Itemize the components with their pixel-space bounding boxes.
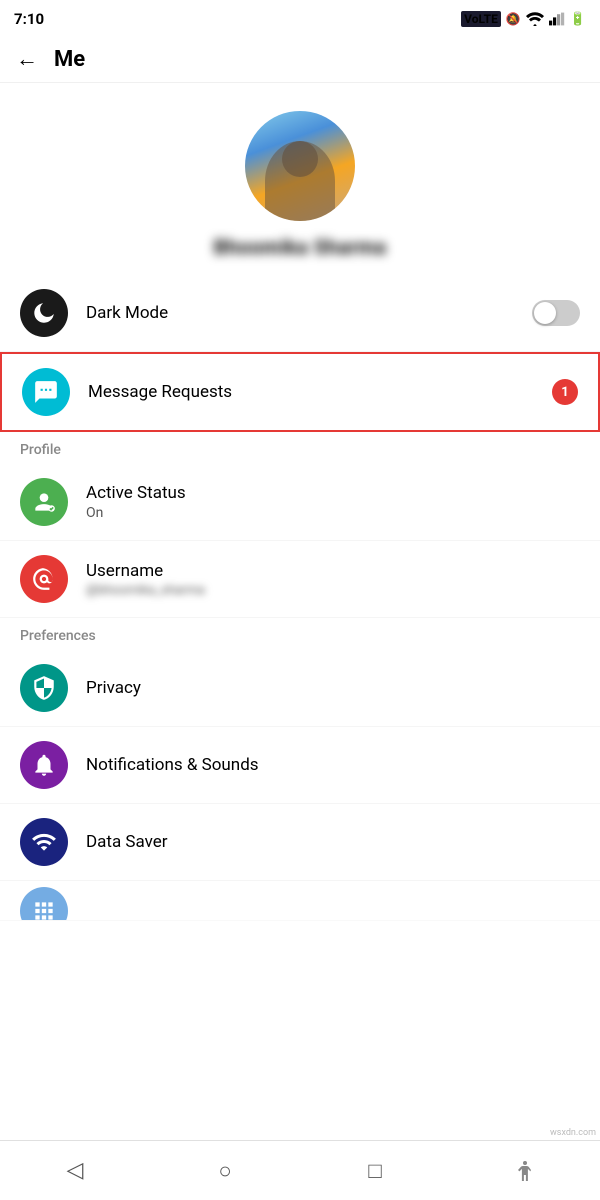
wifi-icon: [526, 12, 544, 26]
status-bar: 7:10 VoLTE 🔕 🔋: [0, 0, 600, 36]
recents-nav-button[interactable]: □: [351, 1147, 399, 1195]
bottom-navigation: ◁ ○ □: [0, 1140, 600, 1200]
active-status-icon: [20, 478, 68, 526]
moon-icon: [31, 300, 57, 326]
avatar-silhouette: [265, 141, 335, 221]
chat-icon: [33, 379, 59, 405]
status-time: 7:10: [14, 10, 44, 28]
notifications-label: Notifications & Sounds: [86, 755, 580, 775]
profile-section: Bhoomika Sharma: [0, 83, 600, 275]
user-name[interactable]: Bhoomika Sharma: [214, 235, 387, 259]
message-requests-item[interactable]: Message Requests 1: [0, 352, 600, 432]
watermark: wsxdn.com: [550, 1128, 596, 1138]
data-saver-icon: [20, 818, 68, 866]
person-check-icon: [31, 489, 57, 515]
profile-section-label: Profile: [0, 432, 600, 464]
battery-icon: 🔋: [570, 12, 586, 27]
username-label: Username: [86, 561, 580, 581]
accessibility-nav-button[interactable]: [501, 1147, 549, 1195]
mute-icon: 🔕: [506, 12, 521, 26]
username-item[interactable]: Username @bhoomika_sharma: [0, 541, 600, 618]
dark-mode-item[interactable]: Dark Mode: [0, 275, 600, 352]
data-saver-label: Data Saver: [86, 832, 580, 852]
avatar[interactable]: [245, 111, 355, 221]
back-button[interactable]: ←: [16, 46, 38, 72]
message-requests-badge: 1: [552, 379, 578, 405]
dark-mode-toggle[interactable]: [532, 300, 580, 326]
active-status-text-block: Active Status On: [86, 483, 580, 521]
at-icon: [31, 566, 57, 592]
message-requests-icon: [22, 368, 70, 416]
status-icons: VoLTE 🔕 🔋: [461, 11, 586, 27]
privacy-label: Privacy: [86, 678, 580, 698]
message-requests-label: Message Requests: [88, 382, 552, 402]
username-icon: [20, 555, 68, 603]
toggle-knob: [534, 302, 556, 324]
username-value: @bhoomika_sharma: [86, 583, 580, 598]
page-title: Me: [54, 47, 85, 72]
active-status-item[interactable]: Active Status On: [0, 464, 600, 541]
notifications-item[interactable]: Notifications & Sounds: [0, 727, 600, 804]
home-nav-button[interactable]: ○: [201, 1147, 249, 1195]
notifications-icon: [20, 741, 68, 789]
preferences-section-label: Preferences: [0, 618, 600, 650]
data-saver-item[interactable]: Data Saver: [0, 804, 600, 881]
dark-mode-icon: [20, 289, 68, 337]
privacy-icon: [20, 664, 68, 712]
active-status-sublabel: On: [86, 505, 580, 521]
bell-icon: [31, 752, 57, 778]
grid-icon: [31, 898, 57, 921]
back-nav-button[interactable]: ◁: [51, 1147, 99, 1195]
accessibility-icon: [513, 1159, 537, 1183]
dark-mode-label: Dark Mode: [86, 303, 532, 323]
volte-badge: VoLTE: [461, 11, 501, 27]
more-item[interactable]: [0, 881, 600, 921]
data-signal-icon: [31, 829, 57, 855]
header: ← Me: [0, 36, 600, 83]
signal-icon: [549, 12, 565, 26]
privacy-item[interactable]: Privacy: [0, 650, 600, 727]
username-text-block: Username @bhoomika_sharma: [86, 561, 580, 598]
shield-icon: [31, 675, 57, 701]
active-status-label: Active Status: [86, 483, 580, 503]
more-icon: [20, 887, 68, 921]
